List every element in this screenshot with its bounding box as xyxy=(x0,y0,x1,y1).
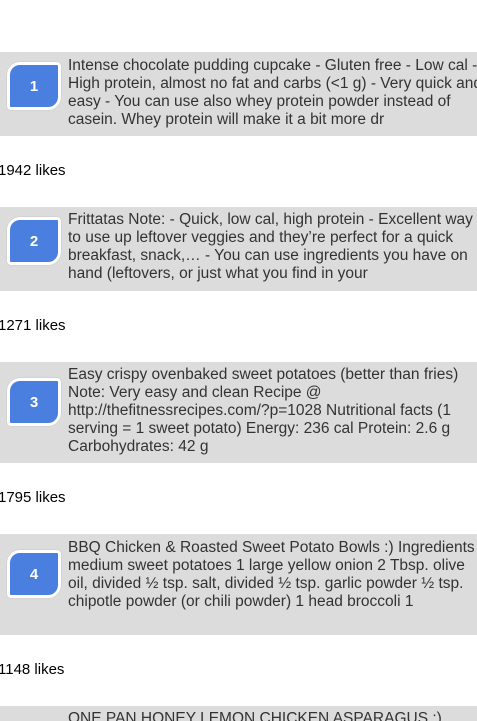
likes-count: 1942 likes xyxy=(0,162,66,179)
recipe-description[interactable]: Intense chocolate pudding cupcake - Glut… xyxy=(68,57,477,129)
rank-badge: 3 xyxy=(7,378,61,426)
likes-count: 1795 likes xyxy=(0,489,66,506)
likes-count: 1271 likes xyxy=(0,317,66,334)
rank-number: 3 xyxy=(29,393,39,411)
list-item[interactable]: 4 BBQ Chicken & Roasted Sweet Potato Bow… xyxy=(0,534,477,635)
recipe-feed: 1 Intense chocolate pudding cupcake - Gl… xyxy=(0,0,477,721)
rank-badge: 4 xyxy=(7,550,61,598)
rank-badge: 1 xyxy=(7,62,61,110)
rank-number: 1 xyxy=(29,77,39,95)
recipe-description[interactable]: Frittatas Note: - Quick, low cal, high p… xyxy=(68,211,477,283)
list-item[interactable]: ONE PAN HONEY LEMON CHICKEN ASPARAGUS :) xyxy=(0,706,477,721)
rank-number: 2 xyxy=(29,232,39,250)
rank-badge: 2 xyxy=(7,217,61,265)
list-item[interactable]: 1 Intense chocolate pudding cupcake - Gl… xyxy=(0,52,477,136)
rank-number: 4 xyxy=(29,565,39,583)
likes-count: 1148 likes xyxy=(0,661,65,678)
list-item[interactable]: 2 Frittatas Note: - Quick, low cal, high… xyxy=(0,207,477,291)
recipe-description[interactable]: BBQ Chicken & Roasted Sweet Potato Bowls… xyxy=(68,539,477,611)
recipe-description[interactable]: Easy crispy ovenbaked sweet potatoes (be… xyxy=(68,366,477,456)
recipe-description[interactable]: ONE PAN HONEY LEMON CHICKEN ASPARAGUS :) xyxy=(68,710,477,721)
list-item[interactable]: 3 Easy crispy ovenbaked sweet potatoes (… xyxy=(0,362,477,463)
